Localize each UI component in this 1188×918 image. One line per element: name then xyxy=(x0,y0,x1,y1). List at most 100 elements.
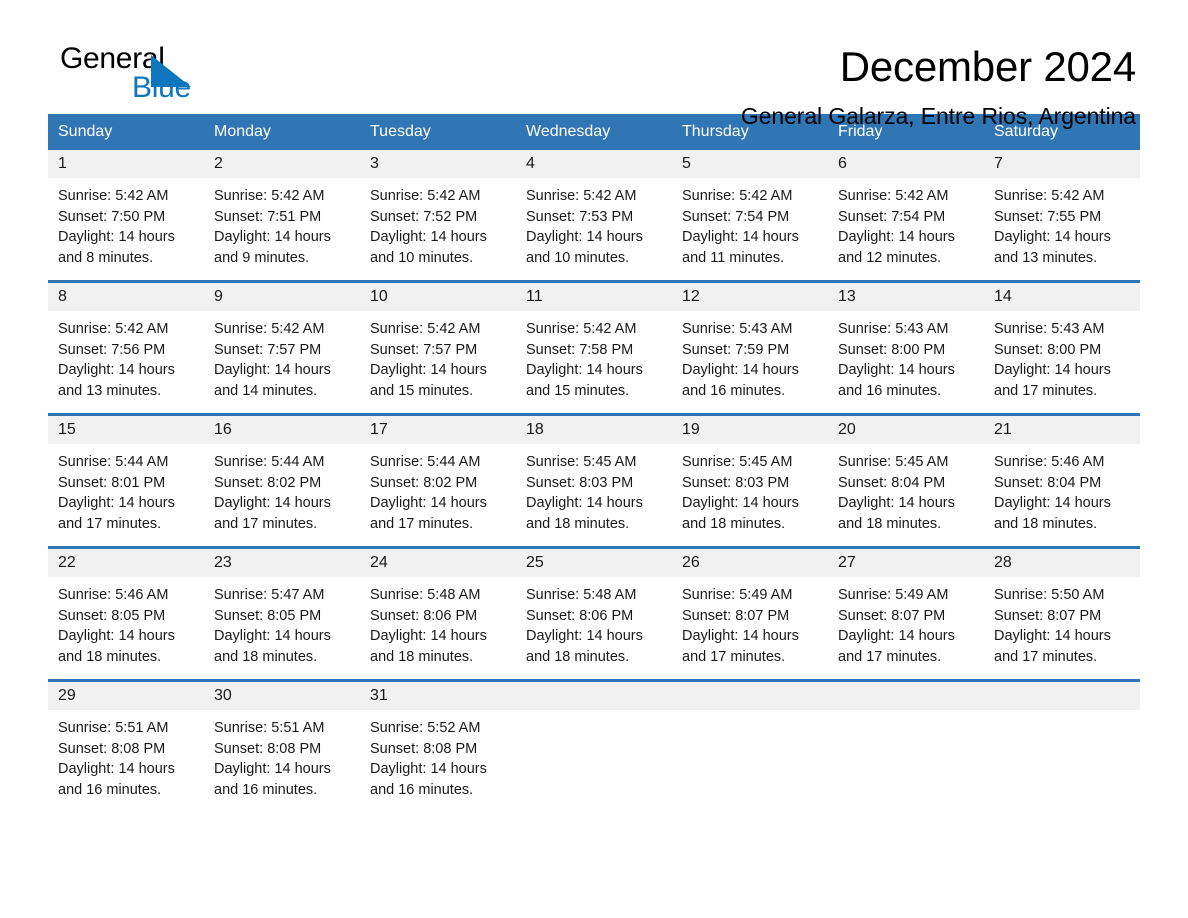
sunrise-time: Sunrise: 5:48 AM xyxy=(526,587,637,603)
calendar-day-cell[interactable]: 9 Sunrise: 5:42 AM Sunset: 7:57 PM Daylight… xyxy=(204,281,360,415)
daylight-duration-line1: Daylight: 14 hours xyxy=(370,362,487,378)
calendar-day-cell[interactable]: 4 Sunrise: 5:42 AM Sunset: 7:53 PM Daylight… xyxy=(516,150,672,282)
day-cell-inner: 9 Sunrise: 5:42 AM Sunset: 7:57 PM Daylight… xyxy=(204,283,360,413)
calendar-day-cell[interactable]: 16 Sunrise: 5:44 AM Sunset: 8:02 PM Dayligh… xyxy=(204,414,360,548)
daylight-duration-line2: and 16 minutes. xyxy=(838,382,942,399)
day-details: Sunrise: 5:45 AM Sunset: 8:04 PM Daylight:… xyxy=(828,444,984,534)
daylight-duration-line2: and 17 minutes. xyxy=(838,648,942,665)
calendar-day-cell[interactable]: 14 Sunrise: 5:43 AM Sunset: 8:00 PM Dayligh… xyxy=(984,281,1140,415)
sunrise-time: Sunrise: 5:49 AM xyxy=(838,587,949,603)
day-details: Sunrise: 5:43 AM Sunset: 8:00 PM Daylight:… xyxy=(984,311,1140,401)
calendar-day-cell[interactable]: 2 Sunrise: 5:42 AM Sunset: 7:51 PM Daylight… xyxy=(204,150,360,282)
day-number: 17 xyxy=(360,416,516,444)
page-title: December 2024 xyxy=(839,43,1136,90)
calendar-day-cell[interactable]: 21 Sunrise: 5:46 AM Sunset: 8:04 PM Dayligh… xyxy=(984,414,1140,548)
day-cell-inner: 31 Sunrise: 5:52 AM Sunset: 8:08 PM Dayligh… xyxy=(360,682,516,812)
day-number: 24 xyxy=(360,549,516,577)
day-number: 22 xyxy=(48,549,204,577)
calendar-day-cell[interactable]: 31 Sunrise: 5:52 AM Sunset: 8:08 PM Dayligh… xyxy=(360,680,516,812)
day-cell-inner: 12 Sunrise: 5:43 AM Sunset: 7:59 PM Dayligh… xyxy=(672,283,828,413)
calendar-day-cell[interactable]: 6 Sunrise: 5:42 AM Sunset: 7:54 PM Daylight… xyxy=(828,150,984,282)
day-cell-inner: 16 Sunrise: 5:44 AM Sunset: 8:02 PM Dayligh… xyxy=(204,416,360,546)
calendar-day-cell[interactable]: 30 Sunrise: 5:51 AM Sunset: 8:08 PM Dayligh… xyxy=(204,680,360,812)
day-number: 28 xyxy=(984,549,1140,577)
daylight-duration-line1: Daylight: 14 hours xyxy=(214,761,331,777)
calendar-day-cell[interactable]: 13 Sunrise: 5:43 AM Sunset: 8:00 PM Dayligh… xyxy=(828,281,984,415)
calendar-day-cell[interactable]: 19 Sunrise: 5:45 AM Sunset: 8:03 PM Dayligh… xyxy=(672,414,828,548)
sunrise-time: Sunrise: 5:44 AM xyxy=(370,454,481,470)
day-details: Sunrise: 5:43 AM Sunset: 8:00 PM Daylight:… xyxy=(828,311,984,401)
calendar-day-cell[interactable]: 12 Sunrise: 5:43 AM Sunset: 7:59 PM Dayligh… xyxy=(672,281,828,415)
daylight-duration-line1: Daylight: 14 hours xyxy=(682,495,799,511)
sunrise-time: Sunrise: 5:46 AM xyxy=(58,587,169,603)
weekday-header-monday: Monday xyxy=(204,114,360,150)
sunrise-time: Sunrise: 5:51 AM xyxy=(58,720,169,736)
calendar-day-cell xyxy=(516,680,672,812)
sunrise-time: Sunrise: 5:45 AM xyxy=(838,454,949,470)
sunset-time: Sunset: 7:52 PM xyxy=(370,208,478,225)
calendar-day-cell xyxy=(984,680,1140,812)
sunset-time: Sunset: 8:01 PM xyxy=(58,474,166,491)
day-details: Sunrise: 5:46 AM Sunset: 8:05 PM Daylight:… xyxy=(48,577,204,667)
calendar-day-cell[interactable]: 22 Sunrise: 5:46 AM Sunset: 8:05 PM Dayligh… xyxy=(48,547,204,681)
day-cell-inner: 27 Sunrise: 5:49 AM Sunset: 8:07 PM Dayligh… xyxy=(828,549,984,679)
general-blue-logo: General Blue xyxy=(48,44,248,114)
sunset-time: Sunset: 8:08 PM xyxy=(370,740,478,757)
day-cell-inner: 7 Sunrise: 5:42 AM Sunset: 7:55 PM Daylight… xyxy=(984,150,1140,280)
calendar-day-cell[interactable]: 1 Sunrise: 5:42 AM Sunset: 7:50 PM Daylight… xyxy=(48,150,204,282)
calendar-day-cell[interactable]: 10 Sunrise: 5:42 AM Sunset: 7:57 PM Dayligh… xyxy=(360,281,516,415)
day-cell-inner: 5 Sunrise: 5:42 AM Sunset: 7:54 PM Daylight… xyxy=(672,150,828,280)
sunrise-time: Sunrise: 5:42 AM xyxy=(214,321,325,337)
daylight-duration-line1: Daylight: 14 hours xyxy=(58,628,175,644)
day-cell-inner: 1 Sunrise: 5:42 AM Sunset: 7:50 PM Daylight… xyxy=(48,150,204,280)
sunset-time: Sunset: 7:53 PM xyxy=(526,208,634,225)
day-number: 31 xyxy=(360,682,516,710)
day-number: 25 xyxy=(516,549,672,577)
daylight-duration-line1: Daylight: 14 hours xyxy=(682,362,799,378)
daylight-duration-line1: Daylight: 14 hours xyxy=(682,229,799,245)
calendar-day-cell[interactable]: 18 Sunrise: 5:45 AM Sunset: 8:03 PM Dayligh… xyxy=(516,414,672,548)
calendar-day-cell[interactable]: 11 Sunrise: 5:42 AM Sunset: 7:58 PM Dayligh… xyxy=(516,281,672,415)
calendar-table: Sunday Monday Tuesday Wednesday Thursday… xyxy=(48,114,1140,812)
day-number: 9 xyxy=(204,283,360,311)
day-number xyxy=(516,682,672,710)
sunset-time: Sunset: 8:06 PM xyxy=(370,607,478,624)
day-details: Sunrise: 5:51 AM Sunset: 8:08 PM Daylight:… xyxy=(48,710,204,800)
calendar-day-cell[interactable]: 28 Sunrise: 5:50 AM Sunset: 8:07 PM Dayligh… xyxy=(984,547,1140,681)
sunset-time: Sunset: 8:00 PM xyxy=(838,341,946,358)
sunset-time: Sunset: 8:05 PM xyxy=(58,607,166,624)
day-details: Sunrise: 5:48 AM Sunset: 8:06 PM Daylight:… xyxy=(360,577,516,667)
daylight-duration-line1: Daylight: 14 hours xyxy=(214,495,331,511)
calendar-day-cell[interactable]: 25 Sunrise: 5:48 AM Sunset: 8:06 PM Dayligh… xyxy=(516,547,672,681)
daylight-duration-line1: Daylight: 14 hours xyxy=(526,628,643,644)
day-cell-inner: 20 Sunrise: 5:45 AM Sunset: 8:04 PM Dayligh… xyxy=(828,416,984,546)
calendar-day-cell[interactable]: 8 Sunrise: 5:42 AM Sunset: 7:56 PM Daylight… xyxy=(48,281,204,415)
day-cell-inner xyxy=(516,682,672,812)
daylight-duration-line2: and 18 minutes. xyxy=(58,648,162,665)
calendar-day-cell[interactable]: 20 Sunrise: 5:45 AM Sunset: 8:04 PM Dayligh… xyxy=(828,414,984,548)
sunrise-time: Sunrise: 5:45 AM xyxy=(526,454,637,470)
calendar-day-cell[interactable]: 17 Sunrise: 5:44 AM Sunset: 8:02 PM Dayligh… xyxy=(360,414,516,548)
calendar-day-cell[interactable]: 5 Sunrise: 5:42 AM Sunset: 7:54 PM Daylight… xyxy=(672,150,828,282)
calendar-day-cell[interactable]: 7 Sunrise: 5:42 AM Sunset: 7:55 PM Daylight… xyxy=(984,150,1140,282)
calendar-day-cell[interactable]: 24 Sunrise: 5:48 AM Sunset: 8:06 PM Dayligh… xyxy=(360,547,516,681)
calendar-day-cell[interactable]: 3 Sunrise: 5:42 AM Sunset: 7:52 PM Daylight… xyxy=(360,150,516,282)
sunrise-time: Sunrise: 5:44 AM xyxy=(214,454,325,470)
sunrise-time: Sunrise: 5:48 AM xyxy=(370,587,481,603)
day-cell-inner: 29 Sunrise: 5:51 AM Sunset: 8:08 PM Dayligh… xyxy=(48,682,204,812)
day-number xyxy=(828,682,984,710)
calendar-day-cell[interactable]: 23 Sunrise: 5:47 AM Sunset: 8:05 PM Dayligh… xyxy=(204,547,360,681)
day-details: Sunrise: 5:44 AM Sunset: 8:02 PM Daylight:… xyxy=(204,444,360,534)
day-number: 26 xyxy=(672,549,828,577)
day-details: Sunrise: 5:48 AM Sunset: 8:06 PM Daylight:… xyxy=(516,577,672,667)
sunrise-time: Sunrise: 5:42 AM xyxy=(526,188,637,204)
day-cell-inner: 10 Sunrise: 5:42 AM Sunset: 7:57 PM Dayligh… xyxy=(360,283,516,413)
calendar-day-cell[interactable]: 29 Sunrise: 5:51 AM Sunset: 8:08 PM Dayligh… xyxy=(48,680,204,812)
calendar-day-cell[interactable]: 27 Sunrise: 5:49 AM Sunset: 8:07 PM Dayligh… xyxy=(828,547,984,681)
calendar-day-cell xyxy=(828,680,984,812)
day-number: 23 xyxy=(204,549,360,577)
day-number: 8 xyxy=(48,283,204,311)
calendar-day-cell[interactable]: 15 Sunrise: 5:44 AM Sunset: 8:01 PM Dayligh… xyxy=(48,414,204,548)
day-number: 5 xyxy=(672,150,828,178)
calendar-day-cell[interactable]: 26 Sunrise: 5:49 AM Sunset: 8:07 PM Dayligh… xyxy=(672,547,828,681)
